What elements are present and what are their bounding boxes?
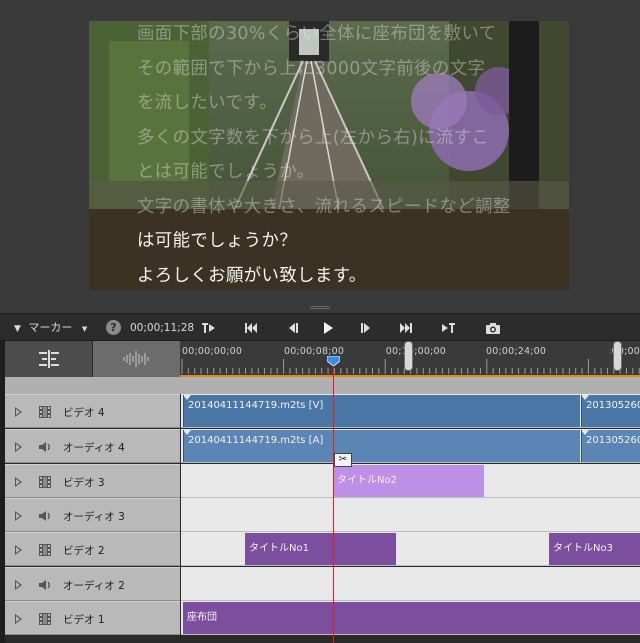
marker-triangle-icon: ▼ — [14, 324, 21, 334]
track-name: オーディオ 4 — [63, 442, 125, 454]
timeline-clip[interactable]: 20140411144719.m2ts [V] — [183, 395, 580, 427]
timeline-ruler-row: 00;00;00;00 00;00;08;00 00;00;16;00 00;0… — [0, 341, 640, 377]
expand-track-icon[interactable] — [15, 545, 22, 555]
expand-track-icon[interactable] — [15, 580, 22, 590]
timeline-clip[interactable]: 20140411144719.m2ts [A] — [183, 430, 580, 462]
expand-track-icon[interactable] — [15, 477, 22, 487]
step-forward-icon — [361, 323, 370, 333]
timeline-clip[interactable]: タイトルNo3 — [549, 533, 640, 565]
snapshot-button[interactable] — [482, 318, 504, 338]
scrolling-caption-text: 画面下部の30%くらい全体に座布団を敷いて その範囲で下から上に3000文字前後… — [137, 21, 557, 290]
marker-dropdown[interactable]: ▼ マーカー ▼ — [14, 314, 87, 342]
clip-label: タイトルNo2 — [337, 475, 397, 486]
track-lane[interactable] — [181, 498, 640, 532]
timecode-display[interactable]: 00;00;11;28 — [130, 314, 194, 342]
zoom-handle-left[interactable] — [404, 341, 413, 371]
transport-toolbar: ▼ マーカー ▼ ? 00;00;11;28 — [0, 313, 640, 341]
caption-line: 文字の書体や大きさ、流れるスピードなど調整 — [137, 196, 511, 217]
play-icon — [324, 322, 333, 334]
marker-label: マーカー — [28, 321, 73, 334]
speaker-icon[interactable] — [38, 509, 52, 523]
zoom-handle-right[interactable] — [613, 341, 622, 371]
track-name: オーディオ 3 — [63, 511, 125, 523]
film-strip-icon[interactable] — [38, 475, 52, 489]
caption-line: 多くの文字数を下から上(左から右)に流すこ — [137, 127, 490, 148]
timeline-ruler[interactable]: 00;00;00;00 00;00;08;00 00;00;16;00 00;0… — [180, 341, 640, 377]
panel-resize-grip[interactable] — [310, 306, 330, 309]
caption-line: とは可能でしょうか。 — [137, 162, 315, 182]
expand-track-icon[interactable] — [15, 614, 22, 624]
track-list-icon — [39, 350, 59, 368]
caption-line: は可能でしょうか？ — [137, 231, 298, 251]
clip-label: 座布団 — [187, 612, 217, 623]
scissors-icon: ✂ — [334, 453, 352, 467]
timeline-clip[interactable]: 2013052600 — [581, 395, 640, 427]
track-name: ビデオ 4 — [63, 407, 105, 419]
track-header-video[interactable]: ビデオ 4 — [5, 394, 180, 428]
caption-line: を流したいです。 — [137, 93, 278, 113]
expand-track-icon[interactable] — [15, 407, 22, 417]
track-header-audio[interactable]: オーディオ 4 — [5, 429, 180, 463]
tracks-top-spacer — [5, 377, 640, 394]
expand-track-icon[interactable] — [15, 442, 22, 452]
speaker-icon[interactable] — [38, 440, 52, 454]
film-strip-icon[interactable] — [38, 612, 52, 626]
track-view-toggle-button[interactable] — [5, 341, 93, 377]
track-header-video[interactable]: ビデオ 3 — [5, 464, 180, 498]
clip-label: 2013052600 — [586, 435, 640, 446]
track-lane[interactable] — [181, 567, 640, 601]
film-strip-icon[interactable] — [38, 405, 52, 419]
step-back-button[interactable] — [282, 318, 304, 338]
film-strip-icon[interactable] — [38, 543, 52, 557]
step-back-icon — [289, 323, 298, 333]
timeline-clip[interactable]: タイトルNo1 — [245, 533, 396, 565]
clip-label: 20140411144719.m2ts [A] — [188, 435, 324, 446]
clip-label: タイトルNo3 — [553, 543, 613, 554]
timeline-clip[interactable]: 2013052600 — [581, 430, 640, 462]
camera-icon — [486, 322, 500, 334]
timeline-clip[interactable]: 座布団 — [183, 602, 640, 634]
go-to-start-button[interactable] — [240, 318, 262, 338]
expand-track-icon[interactable] — [15, 511, 22, 521]
chevron-down-icon: ▼ — [81, 325, 88, 333]
audio-waveform-toggle-button[interactable] — [93, 341, 180, 377]
caption-line: よろしくお願がい致します。 — [137, 265, 367, 286]
playhead-handle[interactable] — [327, 356, 340, 366]
set-in-icon — [202, 323, 215, 333]
go-to-start-icon — [245, 323, 257, 333]
track-header-audio[interactable]: オーディオ 3 — [5, 498, 180, 532]
go-to-end-button[interactable] — [395, 318, 417, 338]
clip-label: 2013052600 — [586, 400, 640, 411]
speaker-icon[interactable] — [38, 578, 52, 592]
set-out-icon — [442, 323, 455, 333]
waveform-icon — [123, 351, 149, 367]
set-out-button[interactable] — [437, 318, 459, 338]
track-name: オーディオ 2 — [63, 580, 125, 592]
clip-start-marker — [184, 430, 191, 435]
preview-frame: 画面下部の30%くらい全体に座布団を敷いて その範囲で下から上に3000文字前後… — [89, 21, 569, 290]
preview-monitor: 画面下部の30%くらい全体に座布団を敷いて その範囲で下から上に3000文字前後… — [0, 0, 640, 310]
caption-line: 画面下部の30%くらい全体に座布団を敷いて — [137, 24, 497, 44]
track-header-audio[interactable]: オーディオ 2 — [5, 567, 180, 601]
help-icon[interactable]: ? — [106, 320, 121, 335]
clip-start-marker — [582, 395, 589, 400]
playhead-line[interactable] — [333, 362, 334, 643]
play-button[interactable] — [317, 318, 339, 338]
track-header-video[interactable]: ビデオ 1 — [5, 601, 180, 635]
clip-label: タイトルNo1 — [249, 543, 309, 554]
track-header-video[interactable]: ビデオ 2 — [5, 532, 180, 566]
set-in-button[interactable] — [198, 318, 220, 338]
clip-start-marker — [184, 395, 191, 400]
track-name: ビデオ 2 — [63, 545, 105, 557]
step-forward-button[interactable] — [355, 318, 377, 338]
clip-label: 20140411144719.m2ts [V] — [188, 400, 324, 411]
caption-line: その範囲で下から上に3000文字前後の文字 — [137, 58, 486, 79]
go-to-end-icon — [400, 323, 412, 333]
track-name: ビデオ 1 — [63, 614, 105, 626]
track-name: ビデオ 3 — [63, 477, 105, 489]
clip-start-marker — [582, 430, 589, 435]
timeline-clip[interactable]: タイトルNo2 — [333, 465, 484, 497]
timeline-tracks: ビデオ 4 20140411144719.m2ts [V] 2013052600 オー… — [0, 377, 640, 643]
